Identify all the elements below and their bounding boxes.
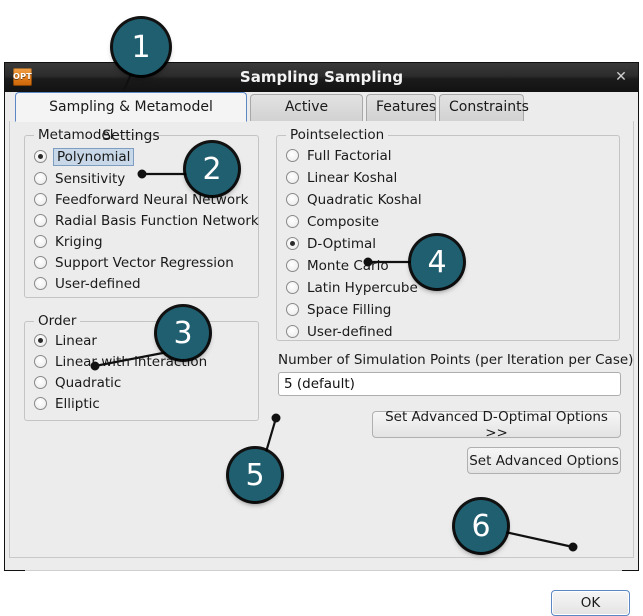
window-titlebar[interactable]: OPT Sampling Sampling ✕ — [5, 63, 638, 93]
radio-indicator-icon — [34, 277, 47, 290]
radio-label: Space Filling — [307, 301, 392, 318]
radio-label: Support Vector Regression — [55, 254, 234, 271]
radio-label: Monte Carlo — [307, 257, 389, 274]
metamodel-group: Metamodel Polynomial Sensitivity Feedfor… — [24, 127, 259, 298]
set-advanced-options-button[interactable]: Set Advanced Options — [467, 447, 621, 474]
radio-indicator-icon — [286, 171, 299, 184]
radio-order-quadratic[interactable]: Quadratic — [34, 372, 121, 393]
radio-indicator-icon — [286, 325, 299, 338]
tab-features[interactable]: Features — [366, 94, 436, 121]
radio-label: Quadratic — [55, 374, 122, 391]
radio-label: Linear Koshal — [307, 169, 398, 186]
radio-pointselection-monte-carlo[interactable]: Monte Carlo — [286, 255, 389, 276]
settings-page-panel: Metamodel Polynomial Sensitivity Feedfor… — [9, 121, 634, 558]
order-group: Order Linear Linear with interaction Qua… — [24, 313, 259, 421]
radio-pointselection-d-optimal[interactable]: D-Optimal — [286, 233, 376, 254]
tab-sampling-metamodel-settings[interactable]: Sampling & Metamodel Settings — [15, 92, 247, 144]
radio-label: Radial Basis Function Network — [55, 212, 259, 229]
radio-order-linear-with-interaction[interactable]: Linear with interaction — [34, 351, 207, 372]
radio-metamodel-kriging[interactable]: Kriging — [34, 231, 103, 252]
pointselection-group: Pointselection Full Factorial Linear Kos… — [276, 127, 620, 342]
close-icon[interactable]: ✕ — [613, 69, 629, 85]
radio-label: Latin Hypercube — [307, 279, 418, 296]
radio-pointselection-user-defined[interactable]: User-defined — [286, 321, 393, 342]
radio-indicator-icon — [286, 215, 299, 228]
radio-indicator-icon — [286, 281, 299, 294]
radio-pointselection-quadratic-koshal[interactable]: Quadratic Koshal — [286, 189, 422, 210]
footer-divider — [25, 570, 622, 571]
radio-label: Elliptic — [55, 395, 100, 412]
radio-pointselection-space-filling[interactable]: Space Filling — [286, 299, 391, 320]
radio-indicator-icon — [34, 376, 47, 389]
radio-metamodel-sensitivity[interactable]: Sensitivity — [34, 168, 125, 189]
dialog-content: Metamodel Polynomial Sensitivity Feedfor… — [5, 121, 638, 616]
radio-indicator-icon — [34, 172, 47, 185]
pointselection-group-title: Pointselection — [286, 127, 389, 143]
ok-button[interactable]: OK — [551, 590, 630, 616]
radio-order-linear[interactable]: Linear — [34, 330, 97, 351]
radio-indicator-icon — [34, 334, 47, 347]
radio-indicator-icon — [34, 214, 47, 227]
radio-label: Linear — [55, 332, 97, 349]
radio-indicator-icon — [34, 397, 47, 410]
order-group-title: Order — [34, 313, 81, 329]
radio-label: Linear with interaction — [55, 353, 208, 370]
tab-constraints[interactable]: Constraints — [439, 94, 529, 121]
radio-pointselection-full-factorial[interactable]: Full Factorial — [286, 145, 391, 166]
radio-label: User-defined — [55, 275, 141, 292]
radio-label: User-defined — [307, 323, 393, 340]
window-title: Sampling Sampling — [239, 68, 404, 86]
radio-metamodel-support-vector-regression[interactable]: Support Vector Regression — [34, 252, 234, 273]
radio-pointselection-composite[interactable]: Composite — [286, 211, 379, 232]
radio-metamodel-radial-basis-function-network[interactable]: Radial Basis Function Network — [34, 210, 259, 231]
radio-label: Sensitivity — [55, 170, 126, 187]
radio-label: Full Factorial — [307, 147, 392, 164]
radio-label: D-Optimal — [307, 235, 377, 252]
screenshot-root: OPT Sampling Sampling ✕ Sampling & Metam… — [0, 0, 643, 616]
sampling-dialog-window: OPT Sampling Sampling ✕ Sampling & Metam… — [4, 62, 639, 616]
radio-pointselection-latin-hypercube[interactable]: Latin Hypercube — [286, 277, 418, 298]
radio-label: Composite — [307, 213, 380, 230]
simulation-points-input[interactable]: 5 (default) — [278, 372, 621, 396]
set-advanced-d-optimal-options-button[interactable]: Set Advanced D-Optimal Options >> — [372, 409, 621, 441]
tab-active-variables[interactable]: Active Variables — [250, 94, 363, 140]
radio-metamodel-user-defined[interactable]: User-defined — [34, 273, 141, 294]
radio-label: Kriging — [55, 233, 103, 250]
radio-indicator-icon — [286, 237, 299, 250]
radio-label: Quadratic Koshal — [307, 191, 422, 208]
radio-indicator-icon — [34, 235, 47, 248]
radio-metamodel-feedforward-neural-network[interactable]: Feedforward Neural Network — [34, 189, 248, 210]
radio-indicator-icon — [286, 259, 299, 272]
radio-indicator-icon — [34, 256, 47, 269]
radio-order-elliptic[interactable]: Elliptic — [34, 393, 100, 414]
radio-indicator-icon — [34, 193, 47, 206]
radio-indicator-icon — [34, 355, 47, 368]
simulation-points-label: Number of Simulation Points (per Iterati… — [278, 352, 634, 368]
tab-bar: Sampling & Metamodel Settings Active Var… — [5, 92, 638, 144]
radio-indicator-icon — [34, 150, 47, 163]
radio-indicator-icon — [286, 149, 299, 162]
radio-indicator-icon — [286, 303, 299, 316]
radio-indicator-icon — [286, 193, 299, 206]
radio-pointselection-linear-koshal[interactable]: Linear Koshal — [286, 167, 397, 188]
radio-label: Feedforward Neural Network — [55, 191, 249, 208]
